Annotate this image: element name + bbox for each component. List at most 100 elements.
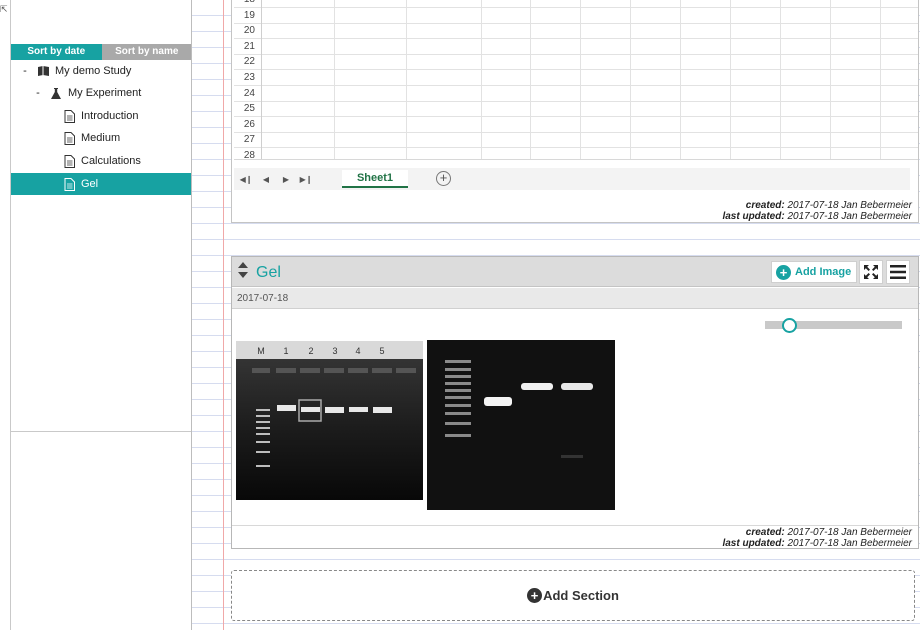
row-number[interactable]: 22 [234, 54, 262, 71]
gel-image-1[interactable]: M 1 2 3 4 5 [236, 341, 423, 500]
flask-icon [49, 86, 63, 100]
expand-icon [864, 265, 878, 279]
hamburger-menu-icon [890, 265, 906, 279]
add-image-label: Add Image [795, 266, 852, 278]
gel-section: Gel + Add Image 2017-07-18 M 1 2 3 4 5 create… [231, 256, 919, 549]
row-number[interactable]: 21 [234, 38, 262, 55]
grid-row[interactable]: 28 [234, 148, 918, 159]
updated-meta: last updated: 2017-07-18 Jan Bebermeier [612, 538, 912, 549]
grid-row[interactable]: 25 [234, 101, 918, 118]
column-divider [780, 0, 781, 159]
document-icon [62, 131, 76, 145]
spreadsheet-grid[interactable]: 1819202122232425262728 [234, 0, 918, 160]
column-divider [730, 0, 731, 159]
column-divider [580, 0, 581, 159]
column-divider [830, 0, 831, 159]
grid-row[interactable]: 26 [234, 116, 918, 133]
updated-value: 2017-07-18 Jan Bebermeier [787, 211, 912, 222]
lane-label: 2 [308, 346, 313, 356]
plus-circle-icon: + [527, 588, 543, 603]
mouse-cursor-icon: ⇱ [0, 4, 8, 14]
slider-thumb[interactable] [782, 318, 798, 333]
created-value: 2017-07-18 Jan Bebermeier [787, 200, 912, 211]
row-number[interactable]: 26 [234, 116, 262, 133]
prev-sheet-icon[interactable]: ◀ [256, 175, 276, 184]
created-label: created: [745, 200, 785, 211]
section-title-text[interactable]: Gel [256, 264, 281, 282]
spreadsheet-section: 1819202122232425262728 ◀❙ ◀ ▶ ▶❙ Sheet1 … [231, 0, 919, 223]
section-footer-divider [232, 525, 918, 526]
last-sheet-icon[interactable]: ▶❙ [296, 175, 316, 184]
row-number[interactable]: 28 [234, 148, 262, 159]
add-sheet-icon[interactable]: + [436, 171, 451, 186]
row-number[interactable]: 19 [234, 7, 262, 24]
add-image-button[interactable]: + Add Image [771, 261, 857, 283]
tree-item-label: Introduction [81, 110, 139, 122]
collapse-toggle[interactable]: - [33, 87, 43, 99]
column-divider [406, 0, 407, 159]
drag-sort-icon[interactable] [237, 261, 251, 284]
tree-item-introduction[interactable]: Introduction [11, 105, 192, 127]
tree-item-medium[interactable]: Medium [11, 127, 192, 149]
first-sheet-icon[interactable]: ◀❙ [236, 175, 256, 184]
column-divider [530, 0, 531, 159]
next-sheet-icon[interactable]: ▶ [276, 175, 296, 184]
sort-by-name-tab[interactable]: Sort by name [101, 44, 192, 60]
grid-row[interactable]: 27 [234, 132, 918, 149]
created-meta: created: 2017-07-18 Jan Bebermeier [612, 200, 912, 211]
tree-item-label: Calculations [81, 155, 141, 167]
grid-row[interactable]: 24 [234, 85, 918, 102]
add-section-button[interactable]: + Add Section [231, 570, 915, 621]
tree-item-experiment[interactable]: - My Experiment [11, 82, 192, 104]
tree-item-label: Gel [81, 178, 99, 190]
sidebar: ⇱ Sort by date Sort by name - My demo St… [0, 0, 192, 630]
lane-label: 5 [379, 346, 384, 356]
created-value: 2017-07-18 Jan Bebermeier [787, 527, 912, 538]
updated-label: last updated: [722, 211, 785, 222]
sheet-tab[interactable]: Sheet1 [342, 170, 408, 188]
tree-item-gel[interactable]: Gel [11, 173, 192, 195]
column-divider [481, 0, 482, 159]
section-date: 2017-07-18 [232, 288, 918, 309]
grid-row[interactable]: 21 [234, 38, 918, 55]
tree-item-label: My Experiment [68, 87, 142, 99]
grid-row[interactable]: 22 [234, 54, 918, 71]
row-number[interactable]: 25 [234, 101, 262, 118]
collapse-toggle[interactable]: - [20, 65, 30, 77]
updated-value: 2017-07-18 Jan Bebermeier [787, 538, 912, 549]
row-number[interactable]: 23 [234, 70, 262, 86]
grid-row[interactable]: 20 [234, 23, 918, 40]
tree-item-label: My demo Study [55, 65, 132, 77]
grid-row[interactable]: 23 [234, 70, 918, 86]
sheet-tab-bar: ◀❙ ◀ ▶ ▶❙ Sheet1 + [234, 168, 910, 190]
document-icon [62, 177, 76, 191]
tree-item-calculations[interactable]: Calculations [11, 150, 192, 172]
tree-panel: Sort by date Sort by name - My demo Stud… [10, 0, 192, 432]
updated-meta: last updated: 2017-07-18 Jan Bebermeier [612, 211, 912, 222]
plus-circle-icon: + [776, 264, 791, 280]
tree-item-study[interactable]: - My demo Study [11, 60, 192, 82]
row-number[interactable]: 27 [234, 132, 262, 149]
tree-item-label: Medium [81, 132, 121, 144]
lane-label: 1 [283, 346, 288, 356]
updated-label: last updated: [722, 538, 785, 549]
fullscreen-button[interactable] [859, 260, 883, 284]
created-meta: created: 2017-07-18 Jan Bebermeier [612, 527, 912, 538]
menu-button[interactable] [886, 260, 910, 284]
row-number[interactable]: 20 [234, 23, 262, 40]
lane-label: 4 [355, 346, 360, 356]
book-icon [36, 64, 50, 78]
row-number[interactable]: 24 [234, 85, 262, 102]
lane-label: 3 [332, 346, 337, 356]
document-icon [62, 154, 76, 168]
column-divider [630, 0, 631, 159]
column-divider [880, 0, 881, 159]
sort-by-date-tab[interactable]: Sort by date [11, 44, 102, 60]
section-title: Gel [237, 261, 281, 284]
sort-tabs: Sort by date Sort by name [11, 44, 192, 60]
lane-label: M [257, 346, 265, 356]
gel-image-2[interactable] [427, 340, 615, 510]
grid-row[interactable]: 19 [234, 7, 918, 24]
column-divider [680, 0, 681, 159]
sidebar-lower-panel [10, 432, 191, 630]
